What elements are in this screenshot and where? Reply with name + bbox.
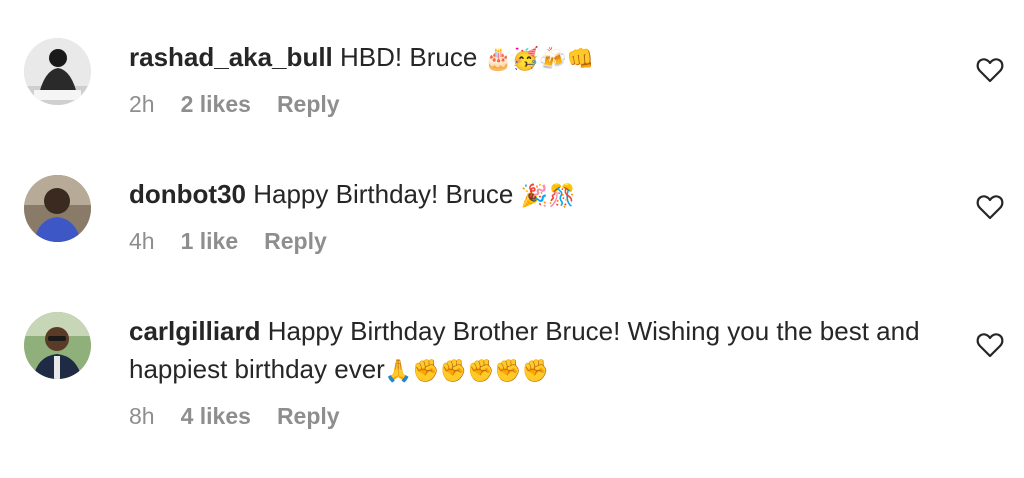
comments-list: rashad_aka_bull HBD! Bruce 🎂🥳🍻👊 2h 2 lik… xyxy=(0,0,1024,478)
reply-button[interactable]: Reply xyxy=(277,91,340,118)
comment-text: donbot30 Happy Birthday! Bruce 🎉🎊 xyxy=(129,175,939,216)
comment-emoji: 🙏✊✊✊✊✊ xyxy=(384,359,550,384)
comment-username[interactable]: carlgilliard xyxy=(129,316,261,346)
comment-likes[interactable]: 2 likes xyxy=(181,91,251,118)
heart-outline-icon xyxy=(976,333,1004,358)
like-button[interactable] xyxy=(976,332,1004,358)
comment-likes[interactable]: 1 like xyxy=(181,228,239,255)
comment-meta: 4h 1 like Reply xyxy=(129,228,939,255)
comment-meta: 8h 4 likes Reply xyxy=(129,403,939,430)
comment-username[interactable]: rashad_aka_bull xyxy=(129,42,333,72)
avatar[interactable] xyxy=(24,312,91,379)
heart-outline-icon xyxy=(976,195,1004,220)
comment-emoji: 🎂🥳🍻👊 xyxy=(484,47,595,72)
comment-likes[interactable]: 4 likes xyxy=(181,403,251,430)
comment-message: HBD! Bruce xyxy=(340,42,478,72)
heart-outline-icon xyxy=(976,58,1004,83)
like-button[interactable] xyxy=(976,57,1004,83)
reply-button[interactable]: Reply xyxy=(277,403,340,430)
comment-username[interactable]: donbot30 xyxy=(129,179,246,209)
comment-text: rashad_aka_bull HBD! Bruce 🎂🥳🍻👊 xyxy=(129,38,939,79)
avatar[interactable] xyxy=(24,38,91,105)
comment-emoji: 🎉🎊 xyxy=(520,184,576,209)
comment-message: Happy Birthday! Bruce xyxy=(253,179,514,209)
reply-button[interactable]: Reply xyxy=(264,228,327,255)
comment-meta: 2h 2 likes Reply xyxy=(129,91,939,118)
comment-time[interactable]: 2h xyxy=(129,91,155,118)
like-button[interactable] xyxy=(976,194,1004,220)
comment-text: carlgilliard Happy Birthday Brother Bruc… xyxy=(129,312,939,391)
comment-time[interactable]: 8h xyxy=(129,403,155,430)
comment-time[interactable]: 4h xyxy=(129,228,155,255)
avatar[interactable] xyxy=(24,175,91,242)
